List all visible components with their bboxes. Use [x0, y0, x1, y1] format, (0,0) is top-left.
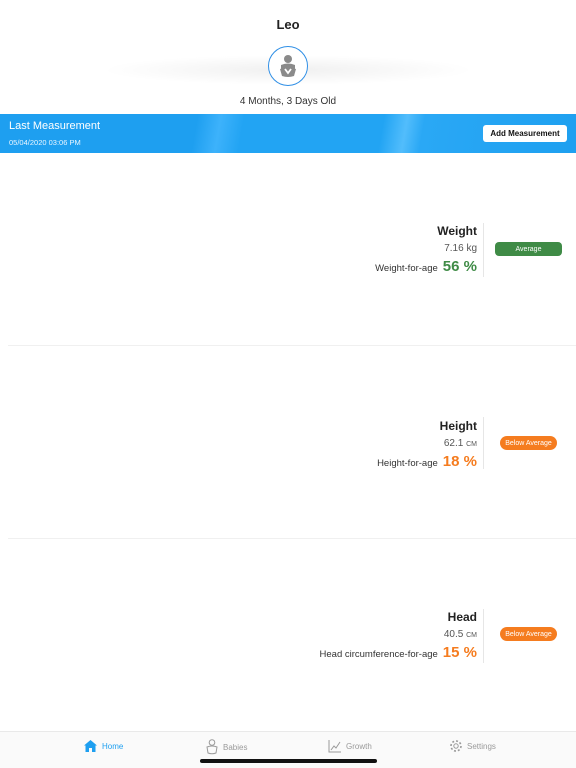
chart-icon [328, 740, 341, 753]
tab-growth[interactable]: Growth [328, 739, 372, 753]
percentile-label: Weight-for-age [375, 263, 438, 274]
percentile-row: Head circumference-for-age 15 % [320, 644, 477, 661]
head-metric: Head 40.5 CM Head circumference-for-age … [320, 610, 477, 661]
baby-avatar[interactable] [268, 46, 308, 86]
metric-title: Weight [437, 224, 477, 238]
tab-home[interactable]: Home [83, 739, 123, 753]
baby-icon [280, 55, 296, 77]
tab-label: Babies [223, 742, 248, 752]
status-badge: Average [495, 242, 562, 256]
last-measurement-banner: Last Measurement 05/04/2020 03:06 PM Add… [0, 114, 576, 153]
height-section: Height 62.1 CM Height-for-age 18 % Below… [0, 346, 576, 538]
weight-metric: Weight 7.16 kg Weight-for-age 56 % [375, 224, 477, 275]
add-measurement-button[interactable]: Add Measurement [483, 125, 567, 142]
metric-title: Head [447, 610, 477, 624]
tab-label: Settings [467, 741, 496, 751]
height-metric: Height 62.1 CM Height-for-age 18 % [377, 419, 477, 470]
profile-header: Leo 4 Months, 3 Days Old [0, 0, 576, 114]
tab-label: Growth [346, 741, 372, 751]
tab-settings[interactable]: Settings [449, 739, 496, 753]
percentile-row: Height-for-age 18 % [377, 453, 477, 470]
measurement-date: 05/04/2020 03:06 PM [9, 138, 81, 147]
metric-divider [483, 223, 484, 277]
baby-icon [206, 739, 218, 755]
metric-title: Height [439, 419, 477, 433]
weight-section: Weight 7.16 kg Weight-for-age 56 % Avera… [0, 153, 576, 345]
baby-name: Leo [276, 17, 300, 32]
home-indicator [200, 759, 377, 763]
metric-value: 62.1 CM [443, 438, 477, 449]
tab-babies[interactable]: Babies [205, 739, 247, 755]
metric-divider [483, 609, 484, 663]
percentile-row: Weight-for-age 56 % [375, 258, 477, 275]
percentile-value: 15 % [442, 644, 477, 661]
metric-value: 7.16 kg [444, 243, 477, 254]
home-icon [84, 740, 97, 752]
metric-divider [483, 417, 484, 469]
banner-title: Last Measurement [9, 120, 101, 132]
percentile-label: Head circumference-for-age [319, 649, 438, 660]
head-section: Head 40.5 CM Head circumference-for-age … [0, 539, 576, 731]
gear-icon [450, 740, 462, 752]
metric-value: 40.5 CM [443, 629, 477, 640]
tab-label: Home [102, 741, 124, 751]
status-badge: Below Average [500, 436, 557, 450]
percentile-value: 56 % [442, 258, 477, 275]
baby-age: 4 Months, 3 Days Old [239, 96, 337, 107]
percentile-value: 18 % [442, 453, 477, 470]
percentile-label: Height-for-age [377, 458, 438, 469]
status-badge: Below Average [500, 627, 557, 641]
